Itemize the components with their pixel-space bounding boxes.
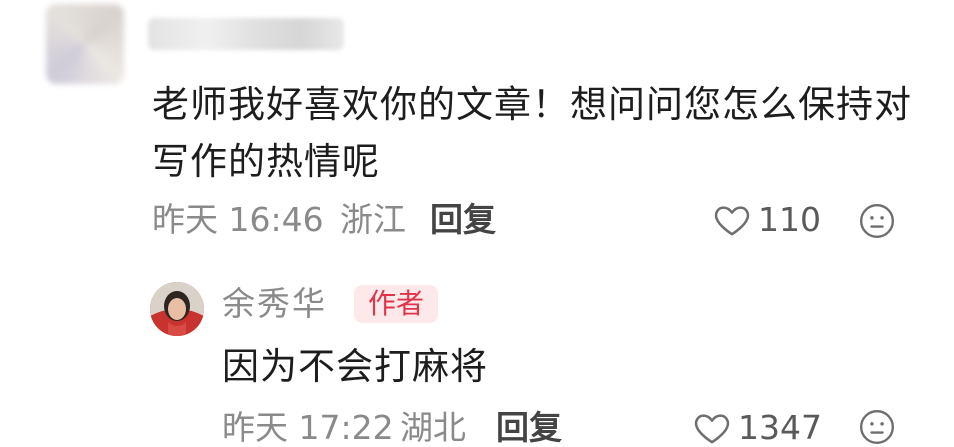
comment-like-count: 110: [758, 200, 821, 239]
reply-like-button[interactable]: 1347: [692, 408, 822, 447]
heart-outline-icon: [694, 414, 730, 444]
commenter-avatar-blurred[interactable]: [46, 4, 124, 84]
author-avatar-image: [150, 282, 204, 336]
reply-time: 昨天 17:22: [222, 408, 394, 447]
reply-reply-button[interactable]: 回复: [496, 408, 562, 447]
comment-text: 老师我好喜欢你的文章！想问问您怎么保持对写作的热情呢: [152, 83, 912, 183]
author-name[interactable]: 余秀华: [222, 284, 327, 324]
reply-location: 湖北: [400, 408, 466, 447]
heart-outline-icon: [714, 206, 750, 236]
comment-time: 昨天 16:46: [152, 200, 324, 239]
reply-text: 因为不会打麻将: [222, 345, 488, 388]
reply-like-count: 1347: [738, 408, 822, 447]
comment-like-button[interactable]: 110: [712, 200, 821, 240]
comment-reply-button[interactable]: 回复: [430, 200, 496, 240]
author-badge: 作者: [354, 285, 439, 323]
comment-location: 浙江: [340, 200, 406, 239]
emoji-face-icon[interactable]: [858, 408, 896, 446]
author-avatar[interactable]: [150, 282, 204, 336]
commenter-name-blurred[interactable]: [148, 18, 344, 50]
emoji-face-icon[interactable]: [858, 202, 896, 240]
